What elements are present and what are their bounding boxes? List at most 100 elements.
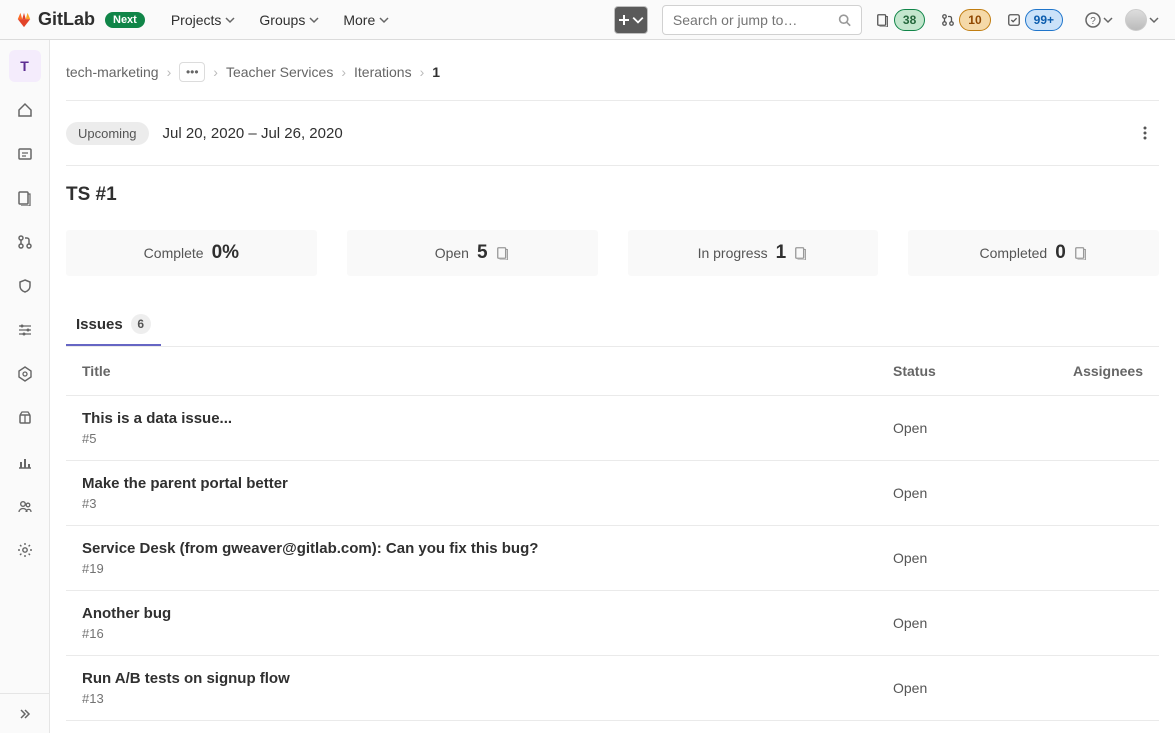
- rail-merge-requests[interactable]: [9, 226, 41, 258]
- search-icon: [838, 13, 851, 27]
- col-title-header: Title: [82, 363, 893, 379]
- issue-status: Open: [893, 485, 1063, 501]
- brand-logo[interactable]: GitLab: [16, 9, 95, 30]
- table-header: Title Status Assignees: [66, 347, 1159, 395]
- chevron-right-icon: ›: [213, 64, 218, 80]
- issue-status: Open: [893, 420, 1063, 436]
- gitlab-icon: [16, 12, 32, 28]
- chevron-down-icon: [632, 14, 644, 26]
- chevron-down-icon: [309, 15, 319, 25]
- iteration-actions[interactable]: [1131, 119, 1159, 147]
- stats-row: Complete 0% Open 5 In progress 1 Complet…: [66, 230, 1159, 276]
- issue-row[interactable]: Run A/B tests on signup flow#13Open: [66, 655, 1159, 720]
- issue-row[interactable]: Feature 1 - Improving teacher experience…: [66, 720, 1159, 733]
- stat-in-progress-label: In progress: [698, 245, 768, 261]
- rail-project[interactable]: T: [9, 50, 41, 82]
- tab-issues-label: Issues: [76, 316, 123, 333]
- question-icon: ?: [1085, 12, 1101, 28]
- rail-epics[interactable]: [9, 138, 41, 170]
- stat-completed-label: Completed: [979, 245, 1047, 261]
- top-navbar: GitLab Next Projects Groups More 38 10: [0, 0, 1175, 40]
- issue-title[interactable]: Service Desk (from gweaver@gitlab.com): …: [82, 540, 893, 557]
- nav-todos-counter[interactable]: 99+: [1007, 9, 1069, 31]
- stat-open: Open 5: [347, 230, 598, 276]
- rail-push-rules[interactable]: [9, 314, 41, 346]
- rail-packages[interactable]: [9, 402, 41, 434]
- issue-icon: [17, 190, 33, 206]
- search-box[interactable]: [662, 5, 862, 35]
- rail-settings[interactable]: [9, 534, 41, 566]
- issue-title[interactable]: Run A/B tests on signup flow: [82, 670, 893, 687]
- nav-more[interactable]: More: [333, 6, 399, 34]
- crumb-section[interactable]: Iterations: [354, 64, 412, 80]
- expand-icon: [17, 706, 33, 722]
- chevron-down-icon: [1149, 15, 1159, 25]
- crumb-group[interactable]: tech-marketing: [66, 64, 159, 80]
- stat-complete: Complete 0%: [66, 230, 317, 276]
- tab-issues-count: 6: [131, 314, 151, 334]
- rail-kubernetes[interactable]: [9, 358, 41, 390]
- crumb-ellipsis[interactable]: •••: [179, 62, 205, 82]
- nav-more-label: More: [343, 12, 375, 28]
- plus-icon: [618, 14, 630, 26]
- issue-title[interactable]: This is a data issue...: [82, 410, 893, 427]
- tab-issues[interactable]: Issues 6: [66, 302, 161, 346]
- kubernetes-icon: [17, 366, 33, 382]
- issue-ref: #5: [82, 431, 893, 446]
- crumb-current: 1: [432, 64, 440, 80]
- stat-open-value: 5: [477, 242, 488, 264]
- chevron-down-icon: [379, 15, 389, 25]
- tabs: Issues 6: [66, 302, 1159, 347]
- mr-count-badge: 10: [959, 9, 990, 31]
- chevron-right-icon: ›: [341, 64, 346, 80]
- members-icon: [17, 498, 33, 514]
- issue-status: Open: [893, 680, 1063, 696]
- issue-icon: [876, 13, 890, 27]
- iteration-header: Upcoming Jul 20, 2020 – Jul 26, 2020: [66, 101, 1159, 166]
- issue-row[interactable]: Make the parent portal better #3Open: [66, 460, 1159, 525]
- brand-text: GitLab: [38, 9, 95, 30]
- issue-row[interactable]: Service Desk (from gweaver@gitlab.com): …: [66, 525, 1159, 590]
- next-badge[interactable]: Next: [105, 12, 145, 28]
- home-icon: [17, 102, 33, 118]
- issue-title[interactable]: Make the parent portal better: [82, 475, 893, 492]
- rail-analytics[interactable]: [9, 446, 41, 478]
- issues-count-badge: 38: [894, 9, 925, 31]
- issue-row[interactable]: This is a data issue... #5Open: [66, 395, 1159, 460]
- rail-expand[interactable]: [0, 693, 50, 733]
- stat-complete-label: Complete: [144, 245, 204, 261]
- iteration-date-range: Jul 20, 2020 – Jul 26, 2020: [163, 125, 343, 142]
- nav-groups[interactable]: Groups: [249, 6, 329, 34]
- stat-completed-value: 0: [1055, 242, 1066, 264]
- rail-members[interactable]: [9, 490, 41, 522]
- stat-in-progress: In progress 1: [628, 230, 879, 276]
- issue-title[interactable]: Another bug: [82, 605, 893, 622]
- shield-icon: [17, 278, 33, 294]
- todos-count-badge: 99+: [1025, 9, 1063, 31]
- rail-security[interactable]: [9, 270, 41, 302]
- todo-icon: [1007, 13, 1021, 27]
- epic-icon: [17, 146, 33, 162]
- search-input[interactable]: [673, 12, 838, 28]
- chevron-down-icon: [1103, 15, 1113, 25]
- iteration-status-chip: Upcoming: [66, 122, 149, 145]
- new-button[interactable]: [614, 6, 648, 34]
- help-button[interactable]: ?: [1085, 12, 1113, 28]
- issue-ref: #3: [82, 496, 893, 511]
- nav-issues-counter[interactable]: 38: [876, 9, 931, 31]
- nav-mr-counter[interactable]: 10: [941, 9, 996, 31]
- stat-open-label: Open: [435, 245, 469, 261]
- issue-row[interactable]: Another bug#16Open: [66, 590, 1159, 655]
- issue-status: Open: [893, 550, 1063, 566]
- crumb-project[interactable]: Teacher Services: [226, 64, 333, 80]
- rail-issues[interactable]: [9, 182, 41, 214]
- chevron-right-icon: ›: [167, 64, 172, 80]
- nav-projects[interactable]: Projects: [161, 6, 246, 34]
- user-menu[interactable]: [1125, 9, 1159, 31]
- merge-request-icon: [941, 13, 955, 27]
- merge-request-icon: [17, 234, 33, 250]
- package-icon: [17, 410, 33, 426]
- nav-groups-label: Groups: [259, 12, 305, 28]
- nav-left: GitLab Next Projects Groups More: [16, 6, 399, 34]
- rail-overview[interactable]: [9, 94, 41, 126]
